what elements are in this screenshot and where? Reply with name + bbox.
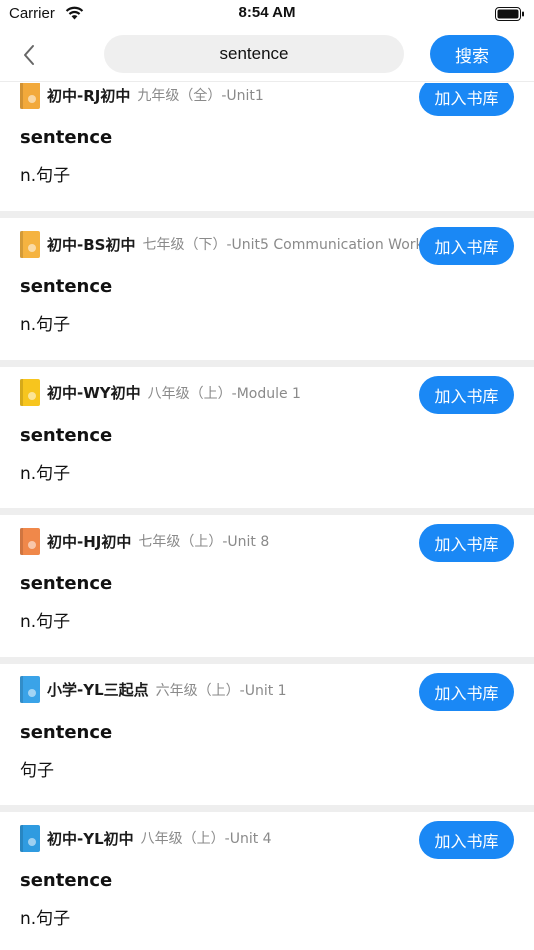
word-text: sentence	[20, 721, 113, 743]
add-to-library-button[interactable]: 加入书库	[419, 227, 514, 265]
book-cover-icon	[20, 83, 40, 109]
back-button[interactable]	[14, 40, 44, 70]
add-to-library-button[interactable]: 加入书库	[419, 375, 514, 414]
grade-unit-label: 七年级（下）-Unit5 Communication Workshop	[142, 237, 420, 253]
publisher-label: 小学-YL三起点	[47, 681, 149, 699]
result-card: 小学-YL三起点 六年级（上）-Unit 1 加入书库 sentence 句子	[0, 663, 534, 812]
publisher-label: 初中-WY初中	[47, 384, 141, 402]
card-header: 初中-BS初中 七年级（下）-Unit5 Communication Works…	[20, 230, 420, 258]
result-card: 初中-YL初中 八年级（上）-Unit 4 加入书库 sentence n.句子	[0, 812, 534, 950]
search-button[interactable]: 搜索	[430, 35, 514, 73]
battery-icon	[495, 7, 524, 21]
publisher-label: 初中-YL初中	[47, 829, 134, 848]
card-header: 初中-HJ初中 七年级（上）-Unit 8	[20, 527, 420, 555]
book-cover-icon	[20, 676, 40, 703]
search-input[interactable]	[104, 35, 404, 73]
meaning-text: n.句子	[20, 166, 71, 186]
card-header: 初中-WY初中 八年级（上）-Module 1	[20, 379, 420, 407]
word-text: sentence	[20, 870, 113, 891]
meaning-text: n.句子	[20, 909, 71, 929]
status-bar: Carrier 8:54 AM	[0, 0, 534, 28]
add-to-library-button[interactable]: 加入书库	[419, 672, 514, 711]
result-list: 初中-RJ初中 九年级（全）-Unit1 加入书库 sentence n.句子 …	[0, 83, 534, 950]
word-text: sentence	[20, 573, 113, 594]
grade-unit-label: 七年级（上）-Unit 8	[138, 534, 270, 550]
status-time: 8:54 AM	[238, 4, 296, 21]
book-cover-icon	[20, 379, 40, 406]
word-text: sentence	[20, 424, 113, 446]
grade-unit-label: 九年级（全）-Unit1	[137, 88, 264, 104]
card-header: 初中-RJ初中 九年级（全）-Unit1	[20, 83, 420, 109]
card-header: 小学-YL三起点 六年级（上）-Unit 1	[20, 676, 420, 704]
book-cover-icon	[20, 824, 40, 852]
publisher-label: 初中-BS初中	[47, 235, 136, 254]
add-to-library-button[interactable]: 加入书库	[419, 83, 514, 116]
result-card: 初中-RJ初中 九年级（全）-Unit1 加入书库 sentence n.句子	[0, 83, 534, 218]
publisher-label: 初中-HJ初中	[47, 532, 132, 551]
chevron-left-icon	[24, 45, 34, 65]
word-text: sentence	[20, 127, 113, 148]
grade-unit-label: 六年级（上）-Unit 1	[155, 682, 287, 699]
result-card: 初中-HJ初中 七年级（上）-Unit 8 加入书库 sentence n.句子	[0, 515, 534, 664]
book-cover-icon	[20, 527, 40, 555]
meaning-text: n.句子	[20, 463, 71, 484]
word-text: sentence	[20, 276, 113, 297]
meaning-text: n.句子	[20, 612, 71, 632]
add-to-library-button[interactable]: 加入书库	[419, 821, 514, 859]
add-to-library-button[interactable]: 加入书库	[419, 524, 514, 562]
card-header: 初中-YL初中 八年级（上）-Unit 4	[20, 824, 420, 852]
grade-unit-label: 八年级（上）-Module 1	[147, 385, 301, 402]
search-nav-bar: 搜索	[0, 28, 534, 82]
meaning-text: n.句子	[20, 315, 71, 335]
meaning-text: 句子	[20, 760, 54, 781]
grade-unit-label: 八年级（上）-Unit 4	[140, 831, 272, 847]
publisher-label: 初中-RJ初中	[47, 86, 131, 105]
result-card: 初中-BS初中 七年级（下）-Unit5 Communication Works…	[0, 218, 534, 367]
result-card: 初中-WY初中 八年级（上）-Module 1 加入书库 sentence n.…	[0, 366, 534, 515]
book-cover-icon	[20, 230, 40, 258]
